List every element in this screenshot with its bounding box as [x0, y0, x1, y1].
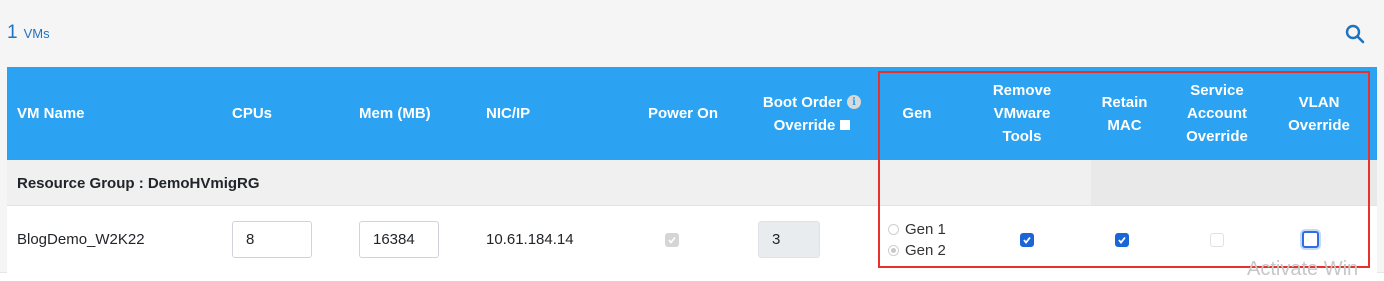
header-nic-ip[interactable]: NIC/IP: [486, 67, 530, 160]
bottom-band: [0, 272, 1384, 281]
retain-mac-checkbox[interactable]: [1115, 232, 1129, 247]
boot-order-cell: [758, 206, 820, 273]
header-boot-order-override: Boot Order i Override: [752, 67, 872, 160]
gen1-option[interactable]: Gen 1: [888, 221, 946, 238]
mem-input[interactable]: [359, 221, 439, 258]
remove-vmware-tools-checkbox[interactable]: [1020, 232, 1034, 247]
table-row: BlogDemo_W2K22 10.61.184.14 Gen 1: [7, 206, 1377, 273]
power-on-cell: [665, 206, 679, 273]
vm-count-label: VMs: [23, 26, 50, 41]
activation-watermark: Activate Win: [1247, 258, 1359, 280]
gen1-radio[interactable]: [888, 223, 899, 235]
gen-cell: Gen 1 Gen 2: [888, 206, 946, 273]
boot-order-override-checkbox[interactable]: [840, 120, 851, 130]
remove-vmware-tools-cell: [1020, 206, 1034, 273]
mem-cell: [359, 206, 439, 273]
header-boot-order-label: Boot Order: [762, 93, 843, 111]
cpus-cell: [232, 206, 312, 273]
vm-name-cell: BlogDemo_W2K22: [17, 206, 145, 273]
info-icon[interactable]: i: [847, 95, 862, 109]
header-mem[interactable]: Mem (MB): [359, 67, 431, 160]
vm-table: VM Name CPUs Mem (MB) NIC/IP Power On Bo…: [7, 67, 1377, 273]
header-remove-vmware-tools: Remove VMware Tools: [992, 82, 1052, 145]
gen2-option[interactable]: Gen 2: [888, 242, 946, 259]
resource-group-label: Resource Group : DemoHVmigRG: [17, 175, 260, 192]
service-account-override-cell: [1210, 206, 1224, 273]
header-service-account-override: Service Account Override: [1186, 82, 1248, 145]
header-cpus[interactable]: CPUs: [232, 67, 272, 160]
vlan-override-checkbox[interactable]: [1302, 231, 1319, 248]
header-vm-name[interactable]: VM Name: [17, 67, 85, 160]
vm-count-number: 1: [7, 22, 18, 43]
header-power-on[interactable]: Power On: [648, 67, 718, 160]
service-account-override-checkbox: [1210, 232, 1224, 247]
header-gen: Gen: [902, 105, 932, 122]
header-override-label: Override: [773, 116, 836, 134]
gen2-radio[interactable]: [888, 244, 899, 256]
resource-group-row: Resource Group : DemoHVmigRG: [7, 160, 1377, 206]
boot-order-input: [758, 221, 820, 258]
nic-ip-cell: 10.61.184.14: [486, 206, 574, 273]
nic-ip-value: 10.61.184.14: [486, 231, 574, 248]
group-row-shade: [1091, 160, 1377, 205]
header-vlan-override: VLAN Override: [1288, 93, 1350, 134]
table-header: VM Name CPUs Mem (MB) NIC/IP Power On Bo…: [7, 67, 1377, 160]
header-retain-mac: Retain MAC: [1101, 93, 1148, 134]
power-on-checkbox: [665, 232, 679, 247]
gen-radio-group: Gen 1 Gen 2: [888, 221, 946, 259]
vm-count-summary: 1 VMs: [7, 22, 50, 44]
retain-mac-cell: [1115, 206, 1129, 273]
search-icon[interactable]: [1344, 23, 1366, 45]
vm-name: BlogDemo_W2K22: [17, 231, 145, 248]
cpus-input[interactable]: [232, 221, 312, 258]
